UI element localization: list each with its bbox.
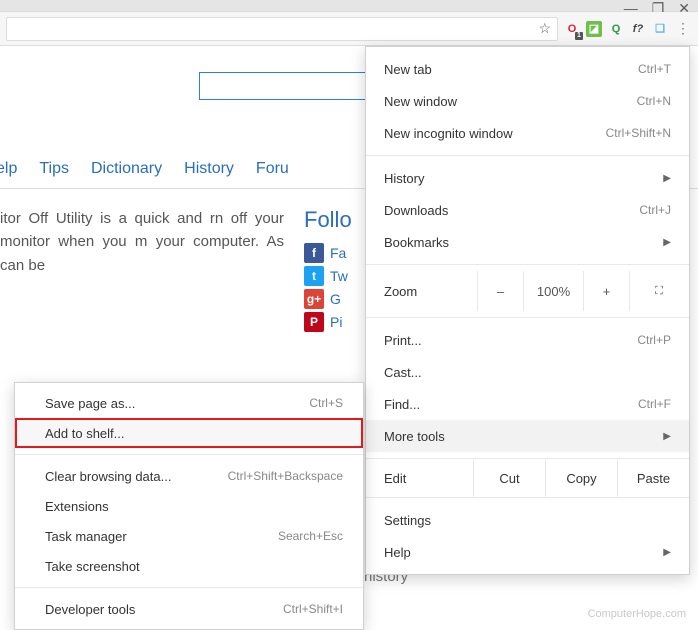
menu-separator	[366, 264, 689, 265]
menu-item-settings[interactable]: Settings	[366, 504, 689, 536]
menu-item-history[interactable]: History▶	[366, 162, 689, 194]
submenu-add-to-shelf[interactable]: Add to shelf...	[15, 418, 363, 448]
submenu-task-manager[interactable]: Task managerSearch+Esc	[15, 521, 363, 551]
menu-edit-row: Edit Cut Copy Paste	[366, 458, 689, 498]
googleplus-icon[interactable]: g+	[304, 289, 324, 309]
chevron-right-icon: ▶	[663, 237, 671, 248]
googleplus-link[interactable]: G	[330, 291, 341, 307]
menu-item-new-window[interactable]: New windowCtrl+N	[366, 85, 689, 117]
nav-link-tips[interactable]: Tips	[39, 160, 69, 178]
menu-item-bookmarks[interactable]: Bookmarks▶	[366, 226, 689, 258]
copy-button[interactable]: Copy	[545, 458, 617, 498]
article-text: itor Off Utility is a quick and rn off y…	[0, 207, 300, 335]
zoom-out-button[interactable]: –	[477, 271, 523, 311]
edit-label: Edit	[384, 471, 473, 486]
zoom-label: Zoom	[384, 284, 477, 299]
paste-button[interactable]: Paste	[617, 458, 689, 498]
extension-icons: O1 ◪ Q f? ❏	[564, 21, 668, 37]
twitter-icon[interactable]: t	[304, 266, 324, 286]
more-tools-submenu: Save page as...Ctrl+S Add to shelf... Cl…	[14, 382, 364, 630]
menu-item-downloads[interactable]: DownloadsCtrl+J	[366, 194, 689, 226]
menu-item-help[interactable]: Help▶	[366, 536, 689, 568]
follow-heading: Follo	[304, 207, 352, 233]
extension-icon-3[interactable]: f?	[630, 21, 646, 37]
chevron-right-icon: ▶	[663, 431, 671, 442]
extension-icon-4[interactable]: ❏	[652, 21, 668, 37]
extension-icon-2[interactable]: Q	[608, 21, 624, 37]
menu-item-cast[interactable]: Cast...	[366, 356, 689, 388]
submenu-extensions[interactable]: Extensions	[15, 491, 363, 521]
pinterest-link[interactable]: Pi	[330, 314, 342, 330]
menu-separator	[15, 587, 363, 588]
watermark: ComputerHope.com	[588, 608, 686, 620]
extension-icon-1[interactable]: ◪	[586, 21, 602, 37]
menu-item-print[interactable]: Print...Ctrl+P	[366, 324, 689, 356]
extension-icon-0[interactable]: O1	[564, 21, 580, 37]
submenu-save-page[interactable]: Save page as...Ctrl+S	[15, 388, 363, 418]
pinterest-icon[interactable]: P	[304, 312, 324, 332]
menu-separator	[15, 454, 363, 455]
zoom-value: 100%	[523, 271, 583, 311]
zoom-in-button[interactable]: +	[583, 271, 629, 311]
menu-item-more-tools[interactable]: More tools▶	[366, 420, 689, 452]
cut-button[interactable]: Cut	[473, 458, 545, 498]
chevron-right-icon: ▶	[663, 173, 671, 184]
menu-separator	[366, 155, 689, 156]
menu-item-new-incognito[interactable]: New incognito windowCtrl+Shift+N	[366, 117, 689, 149]
fullscreen-button[interactable]: ⛶	[629, 271, 689, 311]
facebook-icon[interactable]: f	[304, 243, 324, 263]
nav-link-help[interactable]: elp	[0, 160, 17, 178]
menu-separator	[366, 317, 689, 318]
nav-link-history[interactable]: History	[184, 160, 234, 178]
submenu-clear-browsing-data[interactable]: Clear browsing data...Ctrl+Shift+Backspa…	[15, 461, 363, 491]
chrome-menu-button[interactable]: ⋮	[674, 17, 692, 41]
submenu-developer-tools[interactable]: Developer toolsCtrl+Shift+I	[15, 594, 363, 624]
twitter-link[interactable]: Tw	[330, 268, 348, 284]
nav-link-dictionary[interactable]: Dictionary	[91, 160, 162, 178]
extension-badge: 1	[575, 32, 583, 40]
facebook-link[interactable]: Fa	[330, 245, 346, 261]
menu-item-new-tab[interactable]: New tabCtrl+T	[366, 53, 689, 85]
menu-item-find[interactable]: Find...Ctrl+F	[366, 388, 689, 420]
submenu-take-screenshot[interactable]: Take screenshot	[15, 551, 363, 581]
chrome-main-menu: New tabCtrl+T New windowCtrl+N New incog…	[365, 46, 690, 575]
browser-toolbar: ☆ O1 ◪ Q f? ❏ ⋮	[0, 12, 698, 46]
menu-zoom-row: Zoom – 100% + ⛶	[366, 271, 689, 311]
address-bar[interactable]: ☆	[6, 17, 558, 41]
nav-link-forum[interactable]: Foru	[256, 160, 289, 178]
bookmark-star-icon[interactable]: ☆	[538, 20, 551, 37]
window-titlebar	[0, 0, 698, 12]
chevron-right-icon: ▶	[663, 547, 671, 558]
